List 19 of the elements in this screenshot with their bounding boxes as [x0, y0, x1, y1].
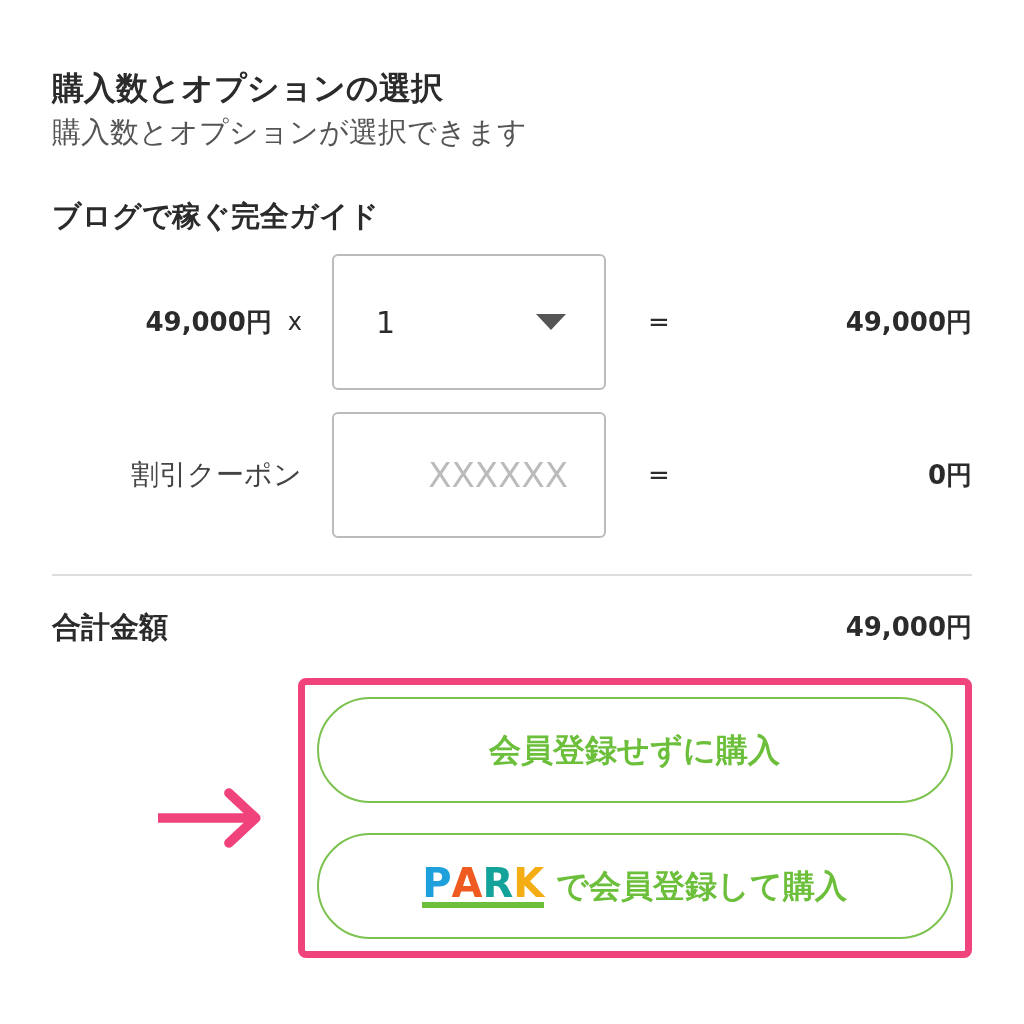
- product-name: ブログで稼ぐ完全ガイド: [52, 198, 380, 235]
- equals-sign: =: [648, 305, 670, 339]
- subtotal: 49,000円: [845, 305, 972, 339]
- coupon-field[interactable]: XXXXXX: [332, 412, 606, 538]
- register-purchase-button[interactable]: PARK で会員登録して購入: [316, 832, 953, 939]
- quantity-select[interactable]: 1: [332, 254, 606, 390]
- section-subtitle: 購入数とオプションが選択できます: [52, 114, 528, 151]
- discount-amount: 0円: [927, 458, 972, 492]
- total-amount: 49,000円: [845, 611, 972, 645]
- total-label: 合計金額: [52, 609, 168, 646]
- unit-price: 49,000円: [145, 305, 272, 339]
- park-logo: PARK: [422, 863, 545, 908]
- arrow-icon: [158, 786, 262, 849]
- times-sign: x: [287, 307, 302, 338]
- coupon-label: 割引クーポン: [131, 457, 302, 493]
- caret-icon: [536, 314, 566, 330]
- equals-sign: =: [648, 458, 670, 492]
- section-title: 購入数とオプションの選択: [52, 68, 444, 109]
- guest-purchase-button[interactable]: 会員登録せずに購入: [316, 696, 953, 803]
